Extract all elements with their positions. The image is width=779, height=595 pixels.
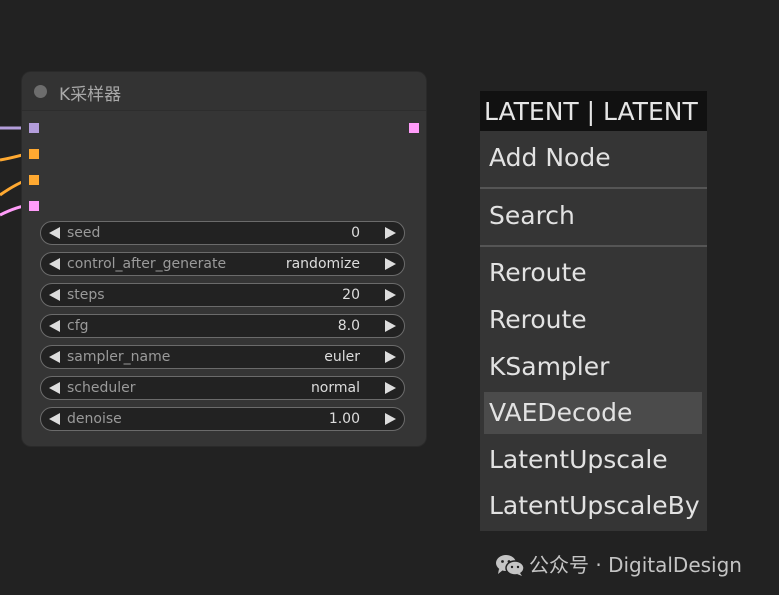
- decrement-arrow-icon[interactable]: [49, 351, 60, 363]
- widget-value[interactable]: randomize: [286, 256, 360, 272]
- increment-arrow-icon[interactable]: [385, 289, 396, 301]
- context-menu[interactable]: LATENT | LATENT Add Node Search Reroute …: [480, 91, 707, 531]
- menu-item-add-node[interactable]: Add Node: [484, 137, 702, 179]
- decrement-arrow-icon[interactable]: [49, 289, 60, 301]
- menu-separator: [480, 245, 707, 247]
- widget-label: control_after_generate: [67, 256, 227, 272]
- decrement-arrow-icon[interactable]: [49, 227, 60, 239]
- input-slot-latent[interactable]: [29, 201, 39, 211]
- menu-item-vaedecode[interactable]: VAEDecode: [484, 392, 702, 434]
- menu-separator: [480, 187, 707, 189]
- widget-value[interactable]: 20: [342, 287, 360, 303]
- increment-arrow-icon[interactable]: [385, 320, 396, 332]
- menu-item-latentupscaleby[interactable]: LatentUpscaleBy: [484, 485, 702, 527]
- menu-item-latentupscale[interactable]: LatentUpscale: [484, 439, 702, 481]
- input-slot-model[interactable]: [29, 123, 39, 133]
- widget-value[interactable]: 1.00: [329, 411, 360, 427]
- widget-label: steps: [67, 287, 105, 303]
- input-slot-positive[interactable]: [29, 149, 39, 159]
- output-slot-latent[interactable]: [409, 123, 419, 133]
- input-slot-negative[interactable]: [29, 175, 39, 185]
- widget-label: seed: [67, 225, 101, 241]
- widget-sampler-name[interactable]: sampler_name euler: [40, 345, 405, 369]
- node-title: K采样器: [59, 85, 122, 105]
- widget-value[interactable]: normal: [311, 380, 360, 396]
- widget-cfg[interactable]: cfg 8.0: [40, 314, 405, 338]
- widget-denoise[interactable]: denoise 1.00: [40, 407, 405, 431]
- menu-item-ksampler[interactable]: KSampler: [484, 346, 702, 388]
- increment-arrow-icon[interactable]: [385, 413, 396, 425]
- collapse-dot-icon[interactable]: [34, 85, 47, 98]
- widget-value[interactable]: 0: [351, 225, 360, 241]
- increment-arrow-icon[interactable]: [385, 382, 396, 394]
- increment-arrow-icon[interactable]: [385, 258, 396, 270]
- increment-arrow-icon[interactable]: [385, 227, 396, 239]
- widget-scheduler[interactable]: scheduler normal: [40, 376, 405, 400]
- node-header[interactable]: K采样器: [22, 72, 426, 111]
- widget-control-after-generate[interactable]: control_after_generate randomize: [40, 252, 405, 276]
- decrement-arrow-icon[interactable]: [49, 382, 60, 394]
- menu-item-reroute[interactable]: Reroute: [484, 252, 702, 294]
- decrement-arrow-icon[interactable]: [49, 258, 60, 270]
- widget-value[interactable]: 8.0: [338, 318, 360, 334]
- ksampler-node[interactable]: K采样器 seed 0 control_after_generate rando…: [22, 72, 426, 446]
- wechat-icon: [496, 555, 525, 576]
- graph-canvas[interactable]: K采样器 seed 0 control_after_generate rando…: [0, 0, 779, 595]
- context-menu-title: LATENT | LATENT: [480, 91, 707, 131]
- widget-value[interactable]: euler: [324, 349, 360, 365]
- menu-item-search[interactable]: Search: [484, 195, 702, 237]
- widget-label: denoise: [67, 411, 122, 427]
- widget-label: scheduler: [67, 380, 136, 396]
- decrement-arrow-icon[interactable]: [49, 320, 60, 332]
- menu-item-reroute[interactable]: Reroute: [484, 299, 702, 341]
- widget-seed[interactable]: seed 0: [40, 221, 405, 245]
- widget-steps[interactable]: steps 20: [40, 283, 405, 307]
- increment-arrow-icon[interactable]: [385, 351, 396, 363]
- watermark-text: 公众号 · DigitalDesign: [529, 553, 742, 577]
- widget-label: cfg: [67, 318, 89, 334]
- widget-label: sampler_name: [67, 349, 171, 365]
- decrement-arrow-icon[interactable]: [49, 413, 60, 425]
